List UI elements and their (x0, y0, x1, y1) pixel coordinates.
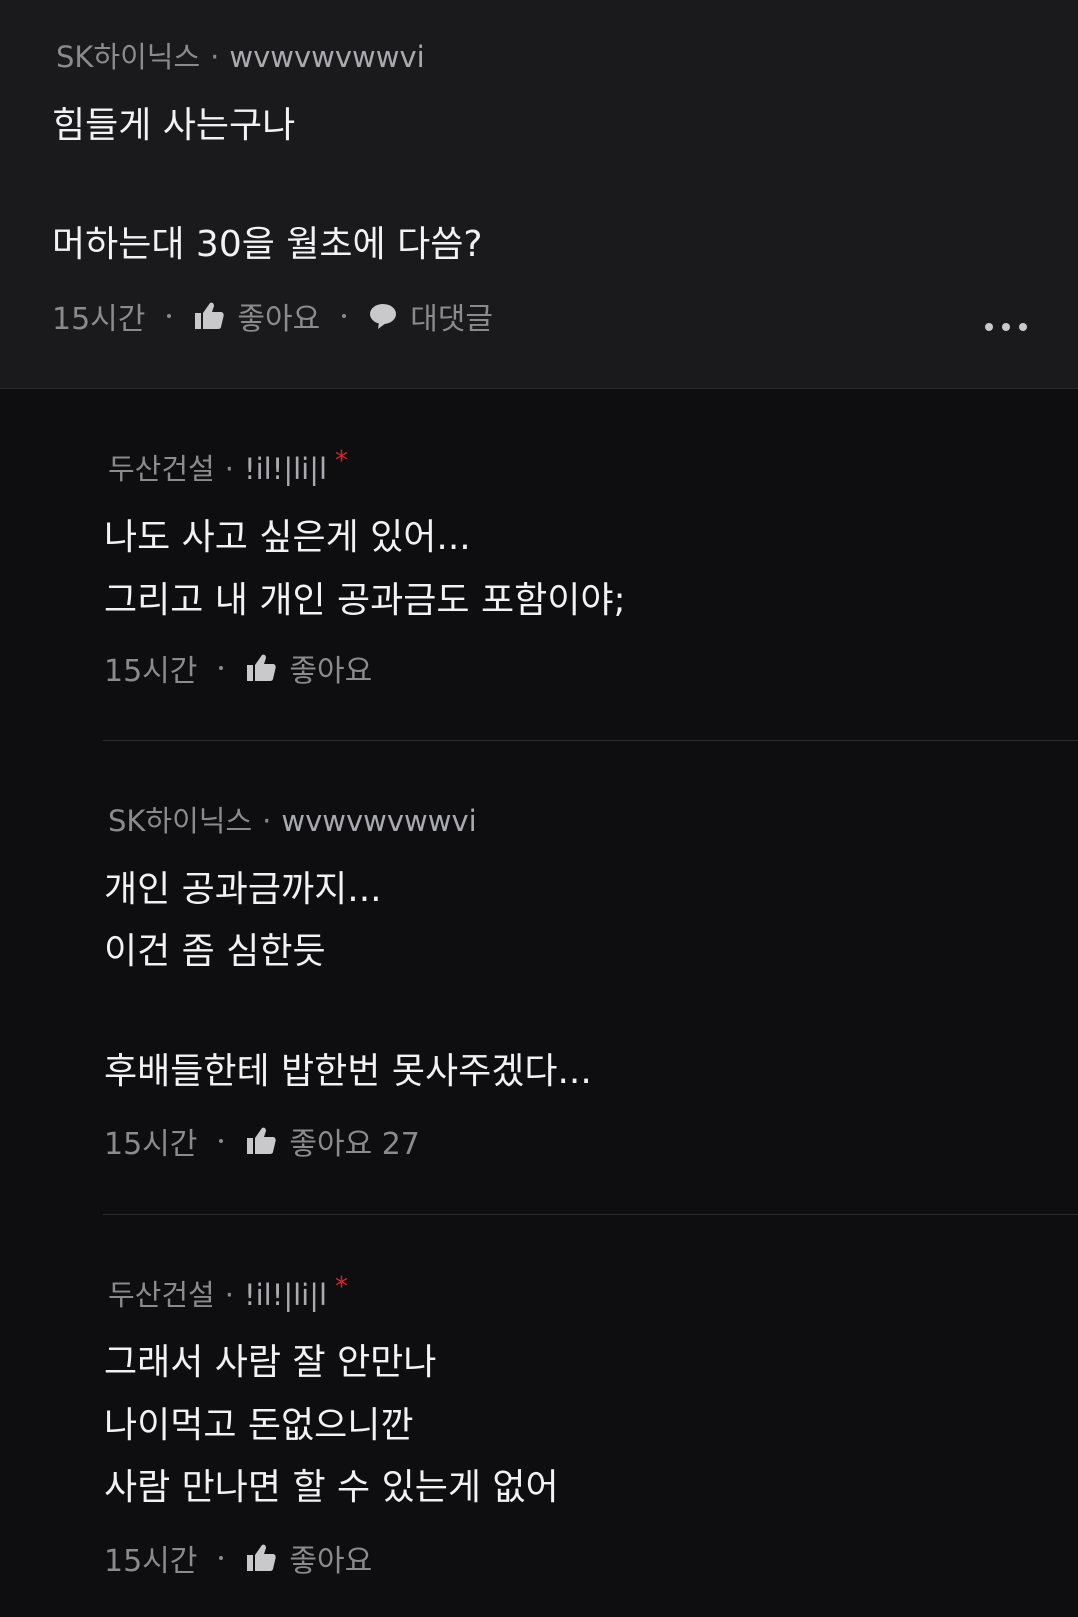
separator-dot: · (224, 1278, 234, 1312)
comment-text-line: 그래서 사람 잘 안만나 (104, 1342, 437, 1383)
like-button[interactable]: 좋아요 (245, 1536, 372, 1580)
comment-time: 15시간 (52, 302, 146, 337)
comment-text-line: 이건 좀 심한듯 (104, 931, 326, 972)
speech-bubble-icon (368, 301, 398, 331)
separator-dot: · (262, 804, 272, 838)
author-company: SK하이닉스 (56, 40, 201, 74)
separator-dot (219, 666, 224, 670)
comment-text-line: 그리고 내 개인 공과금도 포함이야; (104, 580, 626, 621)
main-comment: SK하이닉스 · wvwvwvwwvi 힘들게 사는구나 머하는대 30을 월초에 … (0, 0, 1078, 389)
thumbs-up-icon (193, 301, 225, 331)
comment-text-line: 나이먹고 돈없으니깐 (104, 1405, 414, 1446)
thumbs-up-icon (245, 653, 277, 683)
comment-actions: 15시간 좋아요 (104, 646, 372, 690)
separator-dot (219, 1139, 224, 1143)
divider (103, 740, 1078, 741)
like-button[interactable]: 좋아요 27 (245, 1119, 420, 1163)
author-id: wvwvwvwwvi (229, 40, 425, 74)
like-label: 좋아요 (237, 302, 321, 337)
author-id: wvwvwvwwvi (281, 804, 477, 838)
separator-dot (342, 314, 347, 318)
more-dot (985, 323, 993, 331)
thumbs-up-icon (245, 1126, 277, 1156)
comment-actions: 15시간 좋아요 27 (104, 1119, 420, 1163)
comment-author[interactable]: 두산건설 · !il!|li|l * (108, 446, 348, 488)
author-company: 두산건설 (108, 452, 215, 486)
comment-text-line: 개인 공과금까지... (104, 869, 382, 910)
comment-author[interactable]: 두산건설 · !il!|li|l * (108, 1272, 348, 1314)
like-label: 좋아요 27 (289, 1127, 420, 1162)
comment-text-line: 사람 만나면 할 수 있는게 없어 (104, 1467, 559, 1508)
author-mark: * (335, 446, 349, 476)
thumbs-up-icon (245, 1543, 277, 1573)
author-mark: * (335, 1272, 349, 1302)
separator-dot (219, 1556, 224, 1560)
comment-author[interactable]: SK하이닉스 · wvwvwvwwvi (56, 34, 425, 76)
comment-text-line: 힘들게 사는구나 (52, 105, 296, 146)
reply-button[interactable]: 대댓글 (368, 294, 493, 338)
like-label: 좋아요 (289, 1544, 373, 1579)
comment-text-line: 후배들한테 밥한번 못사주겠다... (104, 1051, 592, 1092)
author-company: 두산건설 (108, 1278, 215, 1312)
comment-actions: 15시간 좋아요 (104, 1536, 372, 1580)
author-id: !il!|li|l (243, 1278, 328, 1312)
author-company: SK하이닉스 (108, 804, 253, 838)
more-dots-icon[interactable] (985, 318, 1027, 336)
like-button[interactable]: 좋아요 (245, 646, 372, 690)
more-dot (1019, 323, 1027, 331)
like-label: 좋아요 (289, 654, 373, 689)
comment-actions: 15시간 좋아요 대댓글 (52, 294, 493, 338)
divider (103, 1214, 1078, 1215)
comment-time: 15시간 (104, 1544, 198, 1579)
more-dot (1002, 323, 1010, 331)
reply-label: 대댓글 (410, 302, 493, 337)
separator-dot: · (224, 452, 234, 486)
separator-dot (167, 314, 172, 318)
author-id: !il!|li|l (243, 452, 328, 486)
separator-dot: · (210, 40, 220, 74)
comment-text-line: 머하는대 30을 월초에 다씀? (52, 224, 483, 265)
comment-author[interactable]: SK하이닉스 · wvwvwvwwvi (108, 798, 477, 840)
like-button[interactable]: 좋아요 (193, 294, 320, 338)
comment-thread: SK하이닉스 · wvwvwvwwvi 힘들게 사는구나 머하는대 30을 월초에 … (0, 0, 1078, 1617)
comment-time: 15시간 (104, 1127, 198, 1162)
comment-text-line: 나도 사고 싶은게 있어... (104, 517, 471, 558)
comment-time: 15시간 (104, 654, 198, 689)
